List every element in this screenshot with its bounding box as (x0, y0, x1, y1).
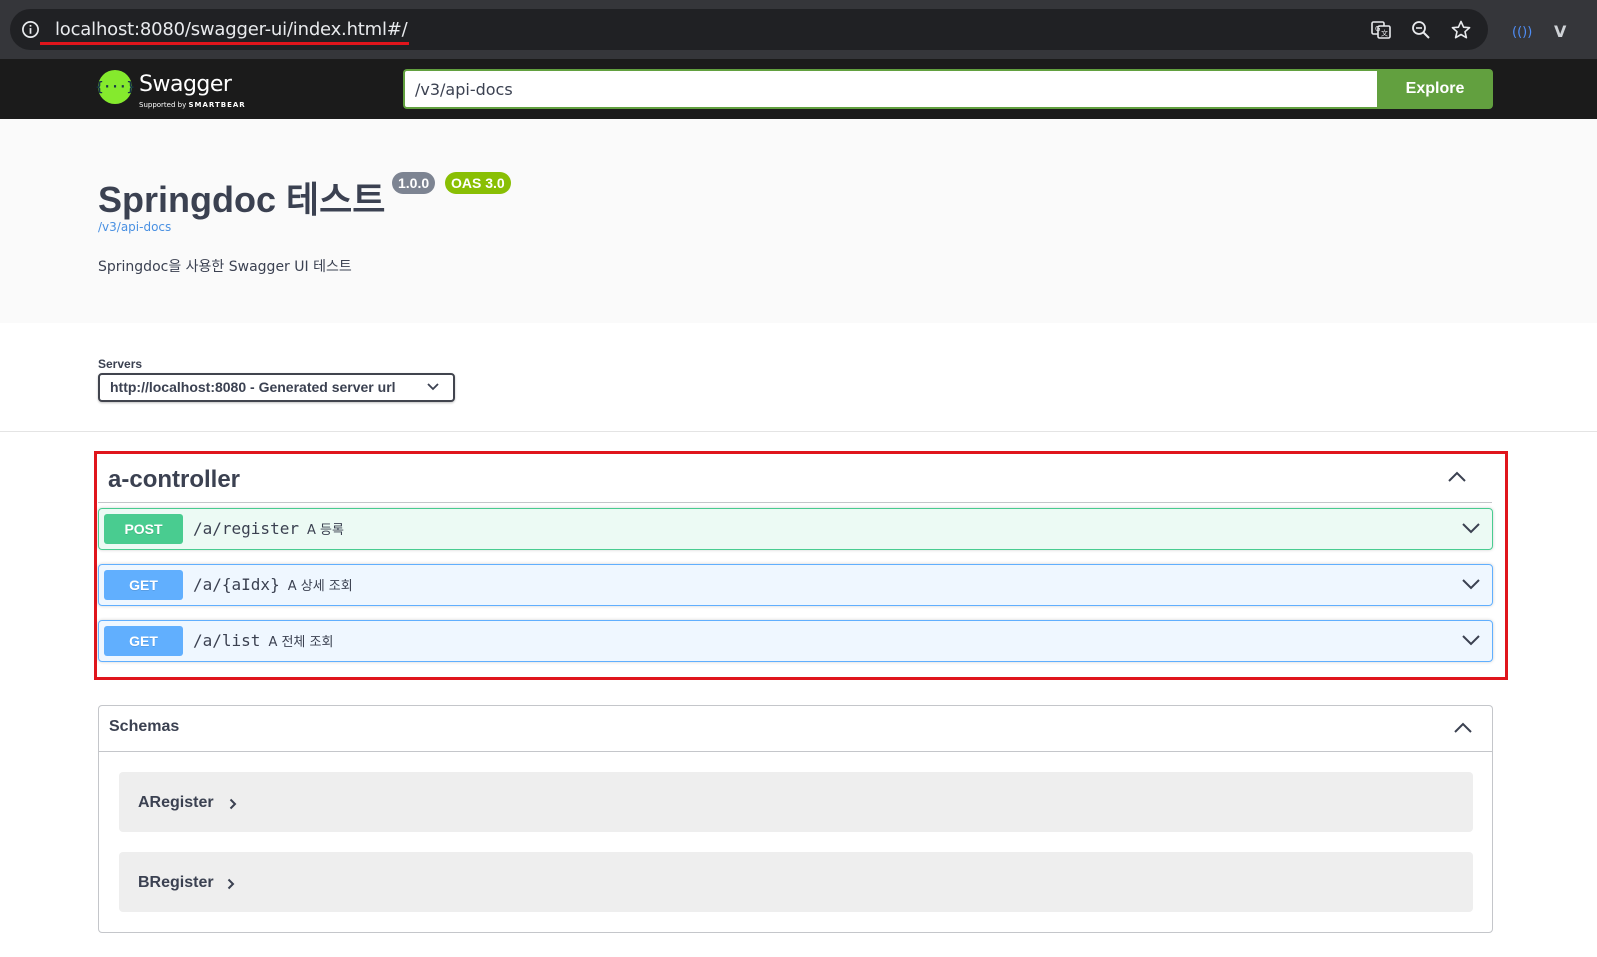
translate-icon[interactable]: G 文 (1370, 19, 1392, 41)
api-info-section: Springdoc 테스트 1.0.0 OAS 3.0 /v3/api-docs… (0, 119, 1597, 323)
zoom-icon[interactable] (1410, 19, 1432, 41)
operation-summary: A 전체 조회 (268, 635, 334, 650)
swagger-topbar: {···} Swagger Supported by SMARTBEAR Exp… (0, 59, 1597, 119)
svg-text:G: G (1375, 25, 1380, 33)
address-bar[interactable]: localhost:8080/swagger-ui/index.html#/ G… (10, 9, 1488, 50)
schemas-title: Schemas (109, 718, 180, 735)
url-underline-annotation (40, 42, 409, 45)
model-aregister[interactable]: ARegister (119, 772, 1473, 832)
operation-get-a-list[interactable]: GET /a/list A 전체 조회 (98, 620, 1493, 662)
chevron-right-icon[interactable] (229, 798, 237, 810)
explore-form: Explore (403, 69, 1493, 109)
explore-button[interactable]: Explore (1377, 69, 1493, 109)
method-badge: GET (104, 626, 183, 656)
url-text[interactable]: localhost:8080/swagger-ui/index.html#/ (55, 19, 408, 40)
servers-label: Servers (98, 357, 143, 371)
method-badge: POST (104, 514, 183, 544)
servers-selected-value: http://localhost:8080 - Generated server… (110, 379, 396, 395)
profile-extension-icon[interactable]: V (1552, 20, 1574, 42)
chevron-up-icon[interactable] (1448, 471, 1466, 483)
chevron-down-icon (427, 383, 439, 391)
operation-path: /a/list A 전체 조회 (193, 631, 334, 650)
spec-url-input[interactable] (403, 69, 1377, 109)
operation-post-a-register[interactable]: POST /a/register A 등록 (98, 508, 1493, 550)
chevron-down-icon[interactable] (1462, 634, 1480, 646)
operation-path: /a/{aIdx} A 상세 조회 (193, 575, 353, 594)
model-bregister[interactable]: BRegister (119, 852, 1473, 912)
tag-header-a-controller[interactable]: a-controller (98, 456, 1492, 503)
oas-badge: OAS 3.0 (445, 172, 511, 194)
schemas-header[interactable]: Schemas (99, 706, 1492, 752)
version-badge: 1.0.0 (392, 172, 436, 194)
servers-select[interactable]: http://localhost:8080 - Generated server… (98, 373, 455, 402)
operation-get-a-detail[interactable]: GET /a/{aIdx} A 상세 조회 (98, 564, 1493, 606)
swagger-logo-text: Swagger (139, 72, 232, 97)
model-name: ARegister (138, 794, 214, 811)
method-badge: GET (104, 570, 183, 600)
swagger-logo[interactable]: {···} Swagger Supported by SMARTBEAR (95, 68, 248, 112)
api-description: Springdoc을 사용한 Swagger UI 테스트 (98, 259, 352, 275)
chevron-down-icon[interactable] (1462, 578, 1480, 590)
operation-summary: A 상세 조회 (287, 579, 353, 594)
swagger-logo-subtitle: Supported by SMARTBEAR (139, 101, 246, 109)
site-info-icon[interactable] (21, 20, 40, 39)
extension-icon[interactable]: (()) (1511, 20, 1533, 42)
chevron-down-icon[interactable] (1462, 522, 1480, 534)
spec-link[interactable]: /v3/api-docs (98, 220, 171, 234)
schemas-section: Schemas ARegister BRegister (98, 705, 1493, 933)
bookmark-star-icon[interactable] (1450, 19, 1472, 41)
operation-summary: A 등록 (306, 523, 344, 538)
api-title: Springdoc 테스트 (98, 179, 386, 220)
browser-toolbar: localhost:8080/swagger-ui/index.html#/ G… (0, 0, 1597, 59)
operation-path: /a/register A 등록 (193, 519, 344, 538)
model-name: BRegister (138, 874, 214, 891)
chevron-right-icon[interactable] (227, 878, 235, 890)
svg-text:(()): (()) (1512, 25, 1532, 40)
servers-section: Servers http://localhost:8080 - Generate… (0, 323, 1597, 432)
svg-text:文: 文 (1381, 29, 1388, 38)
swagger-logo-icon: {···} (95, 70, 135, 104)
chevron-up-icon[interactable] (1454, 722, 1472, 734)
tag-title: a-controller (108, 466, 241, 493)
svg-text:V: V (1554, 22, 1567, 41)
